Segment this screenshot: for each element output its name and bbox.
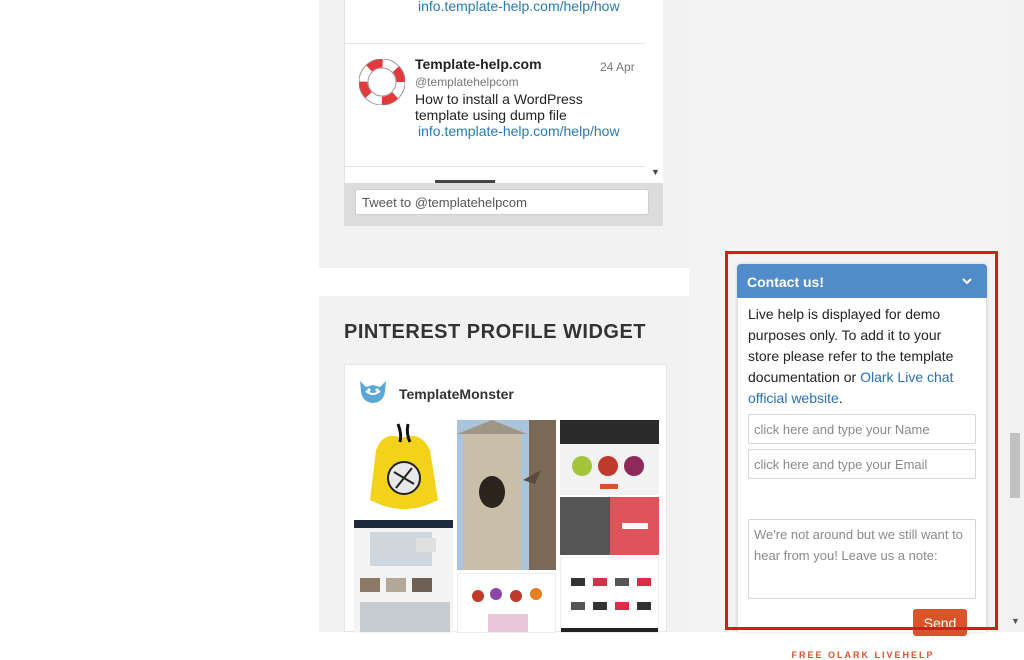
tweet-text: How to install a WordPress template usin… [415,91,583,123]
tweet-item: Template-help.com @templatehelpcom 24 Ap… [345,44,645,166]
pin-image[interactable] [457,420,556,570]
tweet-author-name[interactable]: Template-help.com [415,56,542,72]
pinterest-profile-name[interactable]: TemplateMonster [399,386,514,402]
pinterest-widget-panel: PINTEREST PROFILE WIDGET TemplateMonster [319,296,689,633]
tweet-date[interactable]: 24 Apr [600,60,635,74]
scroll-down-arrow-icon[interactable]: ▼ [651,167,660,177]
templatemonster-logo-icon[interactable] [357,377,389,405]
olark-footer-link[interactable]: FREE OLARK LIVEHELP [738,650,988,660]
next-tweet-peek [435,180,495,183]
tweet-divider [345,166,645,167]
previous-tweet-link[interactable]: info.template-help.com/help/how [418,0,620,14]
pin-image[interactable] [354,520,453,633]
pinterest-profile-card: TemplateMonster [344,364,667,633]
pinterest-widget-title: PINTEREST PROFILE WIDGET [344,321,647,343]
pin-image[interactable] [560,497,659,555]
tweet-author-handle[interactable]: @templatehelpcom [415,75,519,89]
tweet-compose-input[interactable] [355,189,649,215]
tweet-list-scrollbar[interactable]: ▼ [647,0,663,183]
twitter-widget-panel: info.template-help.com/help/how Template… [319,0,689,268]
main-content-column: info.template-help.com/help/how Template… [319,0,689,633]
lifebuoy-avatar-icon[interactable] [359,59,405,105]
pin-image[interactable] [457,573,556,633]
pin-image[interactable] [560,420,659,495]
page-scroll-down-arrow-icon[interactable]: ▼ [1011,616,1020,626]
pin-image[interactable] [354,420,453,518]
tweet-link[interactable]: info.template-help.com/help/how [418,123,620,139]
tweet-list[interactable]: info.template-help.com/help/how Template… [344,0,663,183]
pin-image[interactable] [560,557,659,633]
page-scrollbar-thumb[interactable] [1010,433,1020,498]
twitter-timeline: info.template-help.com/help/how Template… [344,0,663,226]
highlight-box [725,251,998,630]
page-scrollbar[interactable]: ▼ [1007,0,1024,632]
